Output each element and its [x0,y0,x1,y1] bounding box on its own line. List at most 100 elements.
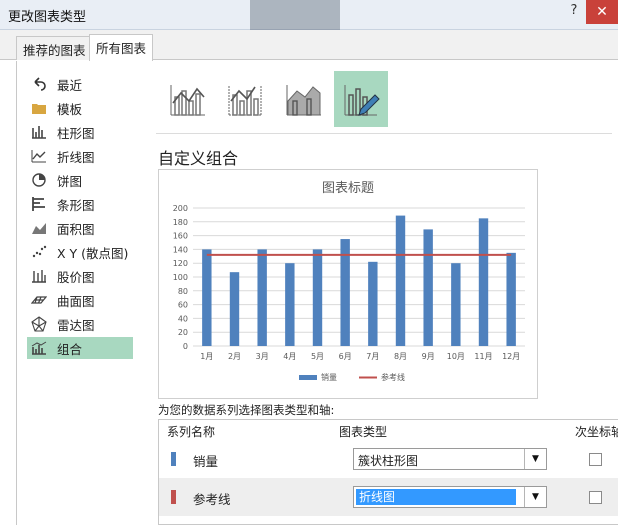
chevron-down-icon[interactable]: ▼ [524,449,546,469]
sidebar-item-line[interactable]: 折线图 [27,145,133,167]
column-header-series-name: 系列名称 [167,425,216,439]
folder-icon [31,100,47,116]
series-chart-type-instruction: 为您的数据系列选择图表类型和轴: [158,403,335,417]
series-table: 系列名称 图表类型 次坐标轴 销量 簇状柱形图 ▼ 参考线 折线图 ▼ [158,419,618,525]
stock-chart-icon [31,268,47,284]
y-tick-label: 40 [178,314,188,323]
pie-chart-icon [31,172,47,188]
chart-preview: 图表标题 0 20 40 60 80 100 120 140 160 180 200 1月 2月 3月 4月 5… [158,169,538,399]
bar [451,263,461,346]
legend-label: 参考线 [381,372,405,382]
sidebar-item-label: 雷达图 [57,317,95,333]
sidebar-item-label: 曲面图 [57,293,95,309]
close-button[interactable]: ✕ [586,0,618,24]
x-tick-label: 7月 [366,352,379,361]
combo-chart: 图表标题 0 20 40 60 80 100 120 140 160 180 200 1月 2月 3月 4月 5… [173,181,525,382]
help-button[interactable]: ? [566,3,582,21]
line-chart-icon [31,148,47,164]
y-tick-label: 140 [173,245,188,254]
bar [368,261,378,346]
secondary-axis-checkbox[interactable] [589,453,602,466]
y-tick-label: 160 [173,232,188,241]
series-color-swatch [171,490,176,504]
sidebar-item-column[interactable]: 柱形图 [27,121,133,143]
area-chart-icon [31,220,47,236]
legend-swatch [299,375,317,380]
sidebar-item-stock[interactable]: 股价图 [27,265,133,287]
bar [395,215,406,346]
sidebar-item-combo[interactable]: 组合 [27,337,133,359]
chart-type-dropdown[interactable]: 簇状柱形图 ▼ [353,448,547,470]
table-row: 参考线 折线图 ▼ [159,478,618,516]
bar [506,252,516,346]
section-title: 自定义组合 [158,149,239,168]
x-tick-label: 11月 [474,352,492,361]
y-tick-label: 0 [183,342,188,351]
sidebar-item-label: 股价图 [57,269,95,285]
sidebar-item-area[interactable]: 面积图 [27,217,133,239]
x-tick-label: 2月 [228,352,241,361]
x-tick-label: 1月 [200,352,213,361]
stacked-area-column-icon [286,85,321,116]
x-tick-label: 9月 [422,352,435,361]
chevron-down-icon[interactable]: ▼ [524,487,546,507]
y-tick-label: 200 [173,204,188,213]
sidebar-item-label: 饼图 [57,173,83,189]
tab-strip: 推荐的图表 所有图表 [0,30,618,61]
bar [229,272,240,346]
combo-chart-icon [31,340,47,356]
chart-type-dropdown[interactable]: 折线图 ▼ [353,486,547,508]
bar [285,263,295,346]
combo-type-stacked-area-column-button[interactable] [276,71,330,127]
sidebar-item-label: 组合 [57,341,83,357]
title-bar-background-strip [250,0,340,30]
bar [478,218,489,346]
table-row: 销量 簇状柱形图 ▼ [159,440,618,478]
bar-chart-icon [31,196,47,212]
clustered-column-line-icon [170,85,205,116]
x-tick-label: 4月 [283,352,296,361]
sidebar-item-templates[interactable]: 模板 [27,97,133,119]
tab-all-charts[interactable]: 所有图表 [89,34,154,61]
y-tick-label: 100 [173,273,188,282]
x-tick-label: 10月 [447,352,465,361]
sidebar-item-label: X Y (散点图) [57,245,129,261]
surface-chart-icon [31,292,47,308]
x-tick-label: 12月 [502,352,520,361]
bar [257,249,267,346]
sidebar-item-radar[interactable]: 雷达图 [27,313,133,335]
chart-type-value: 簇状柱形图 [358,454,419,468]
combo-type-clustered-column-line-button[interactable] [160,71,214,127]
combo-type-column-line-secondary-axis-button[interactable] [218,71,272,127]
chart-title: 图表标题 [322,181,374,196]
sidebar-item-surface[interactable]: 曲面图 [27,289,133,311]
series-color-swatch [171,452,176,466]
chart-category-list: 最近 模板 柱形图 折线图 饼图 条形图 面积图 X Y (散点图) 股价图 曲… [16,61,148,525]
series-name: 参考线 [193,492,231,507]
sidebar-item-bar[interactable]: 条形图 [27,193,133,215]
secondary-axis-checkbox[interactable] [589,491,602,504]
bar [423,229,433,346]
y-tick-label: 20 [178,328,188,337]
column-chart-icon [31,124,47,140]
undo-icon [31,76,47,92]
bar [312,249,323,346]
x-tick-label: 6月 [339,352,352,361]
sidebar-item-label: 面积图 [57,221,95,237]
window-title: 更改图表类型 [8,10,87,25]
series-name: 销量 [193,454,219,469]
radar-chart-icon [31,316,47,332]
x-tick-label: 3月 [256,352,269,361]
combo-type-custom-button[interactable] [334,71,388,127]
tab-recommended-charts[interactable]: 推荐的图表 [16,36,93,60]
column-header-secondary-axis: 次坐标轴 [575,425,618,439]
bar [202,249,212,346]
sidebar-item-recent[interactable]: 最近 [27,73,133,95]
scatter-chart-icon [31,244,47,260]
chart-type-value: 折线图 [356,489,516,505]
y-tick-label: 180 [173,218,188,227]
sidebar-item-label: 条形图 [57,197,95,213]
sidebar-item-pie[interactable]: 饼图 [27,169,133,191]
sidebar-item-scatter[interactable]: X Y (散点图) [27,241,133,263]
y-tick-label: 80 [178,287,188,296]
